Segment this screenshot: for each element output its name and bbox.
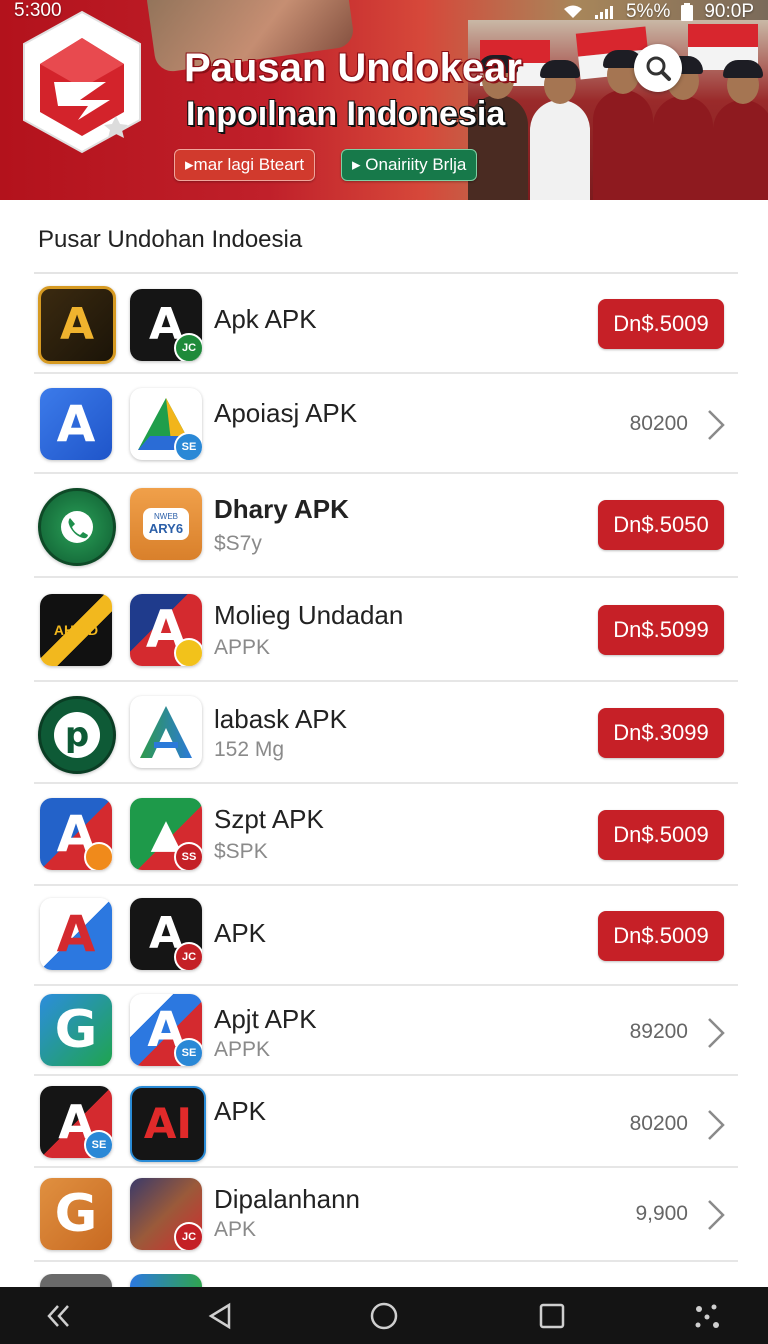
app-partial-icon [130,1274,202,1287]
list-item[interactable]: A ▲ SS Szpt APK $SPK Dn$.5009 [0,784,768,886]
list-item[interactable]: p labask APK 152 Mg Dn$.3099 [0,682,768,784]
wifi-icon [563,5,582,18]
app-name: Apk APK [214,304,317,334]
app-name: Apoiasj APK [214,398,358,428]
app-meta: 152 Mg [214,738,285,761]
app-orange-g-icon: G [40,1178,112,1250]
banner-subtitle: Inpoılnan Indonesia [186,95,506,133]
app-gradient-a-icon [130,696,202,768]
recents-square-icon[interactable] [535,1299,569,1333]
price-button[interactable]: Dn$.5099 [598,605,724,655]
size-label: 80200 [629,1112,688,1135]
app-name: APK [214,1096,267,1126]
search-icon [646,56,671,81]
list-item[interactable]: A A JC APK Dn$.5009 [0,886,768,986]
status-clock: 90:0P [704,1,754,22]
app-orange-badge-icon: NWEB ARY6 [130,488,202,560]
size-label: 89200 [629,1020,688,1043]
signal-icon [594,6,613,19]
price-button[interactable]: Dn$.3099 [598,708,724,758]
section-title: Pusar Undohan Indoesia [38,226,303,253]
home-circle-icon[interactable] [367,1299,401,1333]
price-button[interactable]: Dn$.5009 [598,810,724,860]
app-meta: APK [214,1218,257,1241]
chevron-right-icon[interactable] [704,1108,728,1142]
badge-icon: SS [174,842,202,870]
battery-icon [681,3,694,21]
badge-icon: JC [174,333,202,361]
banner-title: Pausan Undokear [184,46,522,90]
badge-icon: JC [174,942,202,970]
app-apks-icon: A SE [40,1086,112,1158]
app-blue-a-icon: A [40,388,112,460]
app-meta: APPK [214,1038,271,1061]
app-name: Dhary APK [214,494,349,524]
badge-icon: SE [84,1130,112,1158]
assistant-dots-icon[interactable] [690,1299,724,1333]
app-name: Szpt APK [214,804,324,834]
badge-icon [174,638,202,666]
row-divider [34,1260,738,1262]
app-gold-a-icon: A [38,286,116,364]
badge-icon [84,842,112,870]
size-label: 80200 [629,412,688,435]
app-stripe-icon: AHKID [40,594,112,666]
promo-pill-right[interactable]: ▸ Onairiity Brlja [341,149,478,181]
badge-icon: SE [174,432,202,460]
chevron-right-icon[interactable] [704,1198,728,1232]
size-label: 9,900 [635,1202,688,1225]
app-red-a-icon: A [130,594,202,666]
app-white-a-icon: A [40,898,112,970]
back-double-chevron-icon[interactable] [44,1299,78,1333]
search-button[interactable] [634,44,682,92]
chevron-right-icon[interactable] [704,408,728,442]
list-item[interactable]: A SE AI APK 80200 [0,1076,768,1168]
list-item[interactable] [0,1274,768,1287]
app-name: labask APK [214,704,347,734]
app-phone-icon [38,488,116,566]
list-item[interactable]: G A SE Apjt APK APPK 89200 [0,986,768,1076]
list-item[interactable]: A SE Apoiasj APK 80200 [0,374,768,474]
badge-icon: JC [174,1222,202,1250]
app-name: APK [214,918,267,948]
app-name: Dipalanhann [214,1184,361,1214]
back-triangle-icon[interactable] [204,1299,238,1333]
app-ai-icon: AI [130,1086,206,1162]
app-black-a-icon: A JC [130,898,202,970]
promo-pill-left[interactable]: ▸mar lagi Bteart [174,149,316,181]
navigation-bar [0,1287,768,1344]
app-black-a-icon: A JC [130,289,202,361]
app-meta: APPK [214,636,271,659]
price-button[interactable]: Dn$.5009 [598,911,724,961]
price-button[interactable]: Dn$.5009 [598,299,724,349]
app-partial-icon [40,1274,112,1287]
app-logo-icon[interactable] [20,8,144,156]
app-name: Molieg Undadan [214,600,404,630]
app-p-icon: p [38,696,116,774]
list-item[interactable]: AHKID A Molieg Undadan APPK Dn$.5099 [0,578,768,682]
app-g-icon: G [40,994,112,1066]
app-triangle-icon: SE [130,388,202,460]
app-green-red-icon: ▲ SS [130,798,202,870]
play-arrow-icon: ▸ [185,155,194,174]
app-name: Apjt APK [214,1004,317,1034]
header-banner: 5:300 5%% 90:0P Pausan Undokear Inpoılna… [0,0,768,200]
price-button[interactable]: Dn$.5050 [598,500,724,550]
list-item[interactable]: G JC Dipalanhann APK 9,900 [0,1168,768,1262]
app-blue-red-a-icon: A [40,798,112,870]
chevron-right-icon[interactable] [704,1016,728,1050]
list-item[interactable]: A A JC Apk APK Dn$.5009 [0,274,768,374]
app-meta: $S7y [214,532,262,555]
list-item[interactable]: NWEB ARY6 Dhary APK $S7y Dn$.5050 [0,474,768,578]
play-arrow-icon: ▸ [352,155,366,174]
app-meta: $SPK [214,840,268,863]
badge-icon: SE [174,1038,202,1066]
app-colorful-a-icon: A SE [130,994,202,1066]
app-photo-icon: JC [130,1178,202,1250]
battery-percent: 5%% [625,1,671,22]
